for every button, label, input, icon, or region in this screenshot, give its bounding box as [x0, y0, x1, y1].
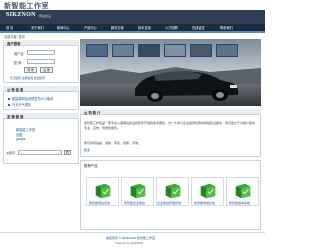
- nav-item-solutions[interactable]: 解决方案: [111, 25, 124, 30]
- search-button[interactable]: 搜: [64, 150, 71, 155]
- nav-item-home[interactable]: 首 页: [6, 25, 13, 30]
- product-box-icon: [130, 183, 146, 199]
- about-panel-title: 公 司 简 介: [84, 111, 101, 115]
- username-input[interactable]: [27, 50, 55, 55]
- links-panel-title: 友 情 链 接: [7, 115, 24, 119]
- search-label: 关键字:: [6, 151, 16, 155]
- hero-thumbnail[interactable]: [86, 44, 108, 57]
- about-more-link[interactable]: 更多: [84, 148, 90, 152]
- nav-item-jobs[interactable]: 人才招聘: [165, 25, 178, 30]
- notice-panel-title: 公 告 信 息: [7, 88, 24, 92]
- nav-item-products[interactable]: 产品中心: [84, 25, 97, 30]
- nav-item-contact[interactable]: 联系我们: [220, 25, 233, 30]
- product-caption[interactable]: 企业网站管理系统: [157, 201, 181, 205]
- product-caption[interactable]: 新智能留言系统: [229, 201, 250, 205]
- logo-subtitle: 网站建设: [39, 14, 52, 18]
- forgot-password-link[interactable]: 忘记密码 注册会员 找回密码: [10, 76, 45, 80]
- product-box-icon: [95, 183, 111, 199]
- breadcrumb: 当前位置: 首页: [4, 35, 25, 39]
- product-caption[interactable]: 新智能企业网站: [124, 201, 145, 205]
- hero-thumbnail[interactable]: [112, 44, 134, 57]
- bullet-icon: [8, 104, 10, 106]
- product-box-icon: [200, 183, 216, 199]
- password-input[interactable]: [27, 59, 55, 64]
- hero-thumbnail[interactable]: [190, 44, 212, 57]
- login-panel-title: 用户登录: [7, 42, 21, 46]
- products-panel-title: 推荐产品: [84, 164, 98, 168]
- username-label: 用户名:: [14, 52, 25, 56]
- hero-thumbnail[interactable]: [164, 44, 186, 57]
- product-caption[interactable]: 新智能商城系统: [194, 201, 215, 205]
- product-box-icon: [165, 183, 181, 199]
- nav-item-news[interactable]: 新闻中心: [57, 25, 70, 30]
- nav-item-about[interactable]: 关于我们: [31, 25, 44, 30]
- nav-accent-line: [0, 31, 265, 33]
- about-paragraph: 新智能工作室是一家专业从事网站建设和软件开发的技术团队，为广大中小企业提供优质的…: [84, 121, 256, 130]
- hero-thumbnail[interactable]: [138, 44, 160, 57]
- about-paragraph: 我们的宗旨是：诚信、务实、创新、高效。: [84, 141, 142, 145]
- friend-link[interactable]: google: [16, 137, 26, 141]
- nav-item-support[interactable]: 技术支持: [138, 25, 151, 30]
- product-box-icon: [235, 183, 251, 199]
- product-caption[interactable]: 新智能网站系统: [89, 201, 110, 205]
- notice-item[interactable]: 今天天气很好: [12, 102, 31, 107]
- about-panel-header: [80, 109, 261, 115]
- register-button[interactable]: 注 册: [40, 67, 53, 73]
- nav-item-message[interactable]: 在线留言: [192, 25, 205, 30]
- notice-item[interactable]: 新智能网站系统发布V1.0版本: [12, 96, 54, 101]
- links-panel: [3, 113, 79, 164]
- password-label: 密 码:: [14, 61, 23, 65]
- logo[interactable]: SIKZNON: [6, 12, 36, 18]
- hero-thumbnail[interactable]: [216, 44, 238, 57]
- login-button[interactable]: 登 录: [24, 67, 37, 73]
- bullet-icon: [8, 98, 10, 100]
- about-panel: [80, 109, 261, 157]
- footer-copyright: 版权所有 © 2008-2010 新智能工作室: [106, 236, 156, 240]
- search-input[interactable]: [18, 150, 62, 155]
- footer-powered: Powered by SIKZNON: [115, 241, 143, 245]
